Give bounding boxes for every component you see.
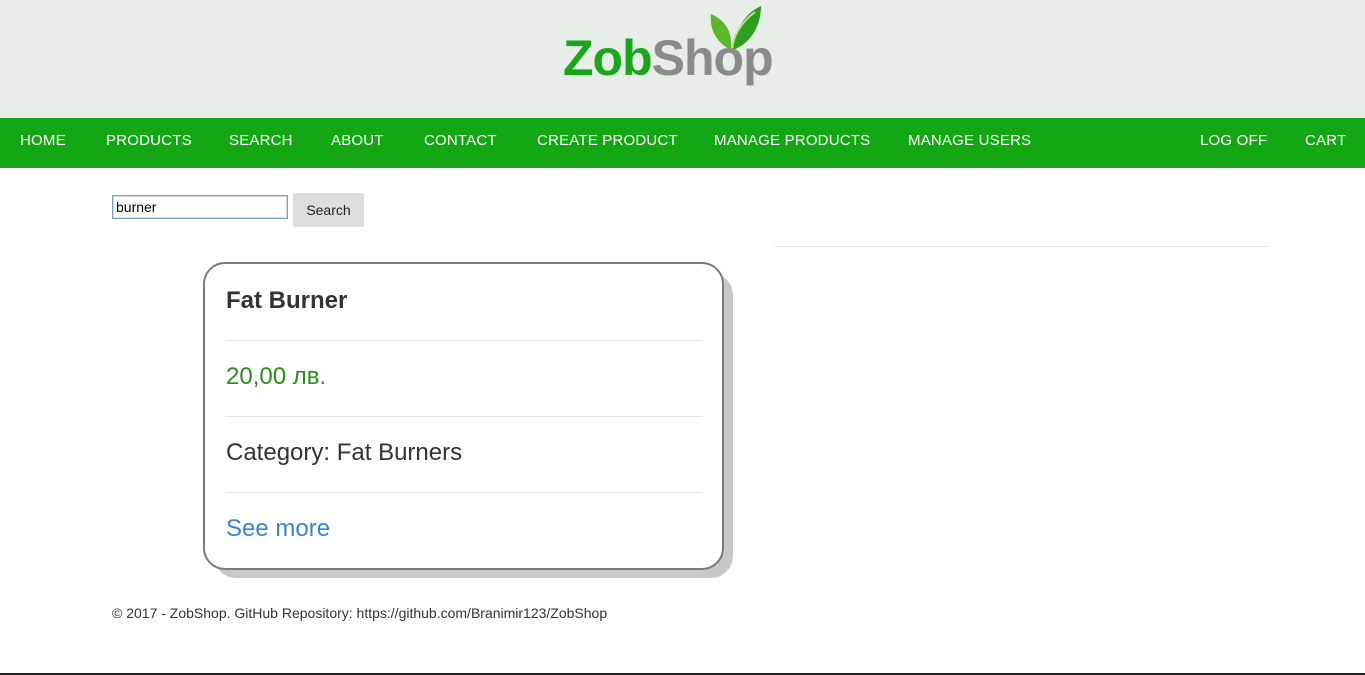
- nav-manage-users[interactable]: MANAGE USERS: [908, 118, 1031, 168]
- card-divider: [226, 340, 702, 341]
- nav-home[interactable]: HOME: [20, 118, 66, 168]
- nav-log-off[interactable]: LOG OFF: [1200, 118, 1267, 168]
- card-divider: [226, 416, 702, 417]
- product-category: Category: Fat Burners: [226, 439, 463, 466]
- nav-cart[interactable]: CART: [1305, 118, 1346, 168]
- nav-products[interactable]: PRODUCTS: [106, 118, 192, 168]
- site-header: ZobShop: [0, 0, 1365, 118]
- search-button[interactable]: Search: [293, 193, 364, 227]
- product-price: 20,00 лв.: [226, 363, 327, 390]
- nav-create-product[interactable]: CREATE PRODUCT: [537, 118, 678, 168]
- product-card: Fat Burner 20,00 лв. Category: Fat Burne…: [203, 262, 724, 570]
- card-divider: [226, 492, 702, 493]
- site-logo[interactable]: ZobShop: [563, 4, 808, 94]
- nav-search[interactable]: SEARCH: [229, 118, 293, 168]
- main-nav: HOME PRODUCTS SEARCH ABOUT CONTACT CREAT…: [0, 118, 1365, 168]
- nav-contact[interactable]: CONTACT: [424, 118, 497, 168]
- logo-zob: Zob: [563, 30, 653, 86]
- results-divider: [773, 246, 1268, 247]
- nav-manage-products[interactable]: MANAGE PRODUCTS: [714, 118, 870, 168]
- product-title: Fat Burner: [226, 287, 348, 314]
- logo-shop: Shop: [651, 30, 774, 86]
- search-input[interactable]: [112, 195, 288, 219]
- nav-about[interactable]: ABOUT: [331, 118, 384, 168]
- footer-text: © 2017 - ZobShop. GitHub Repository: htt…: [112, 605, 608, 621]
- see-more-link[interactable]: See more: [226, 515, 330, 543]
- logo-wordmark: ZobShop: [563, 28, 774, 88]
